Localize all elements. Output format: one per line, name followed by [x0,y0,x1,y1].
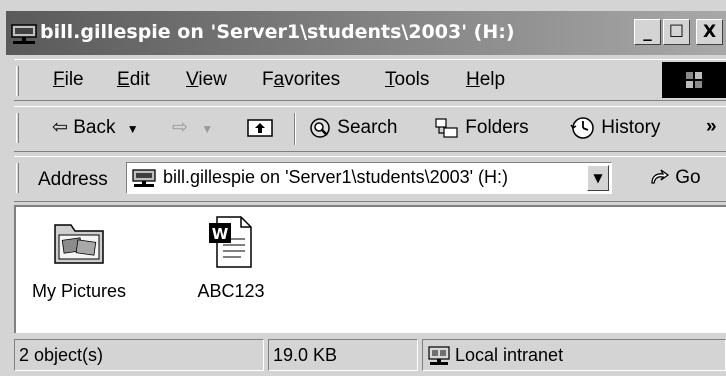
address-label: Address [38,169,108,190]
up-folder-button[interactable] [246,116,274,138]
word-document-icon: W [209,216,252,268]
back-arrow-icon: ⇦ [52,117,68,138]
up-folder-icon [247,119,273,137]
go-label: Go [675,167,701,189]
address-input[interactable]: bill.gillespie on 'Server1\students\2003… [126,162,612,194]
svg-text:W: W [212,225,229,243]
menu-edit[interactable]: Edit [117,69,150,91]
status-size: 19.0 KB [268,339,418,371]
menu-favorites[interactable]: Favorites [262,69,340,91]
menu-bar-grip[interactable] [16,66,19,96]
folders-icon [435,118,458,138]
status-bar: 2 object(s) 19.0 KB Local intranet [14,337,726,373]
menu-help[interactable]: Help [466,69,505,91]
search-label: Search [337,117,398,139]
search-button[interactable]: Search [308,116,397,140]
go-arrow-icon [651,169,670,184]
file-item-my-pictures[interactable]: My Pictures [20,215,138,302]
dropdown-arrow-icon: ▼ [593,171,603,185]
folders-label: Folders [465,117,529,139]
toolbar-grip[interactable] [16,113,19,143]
search-icon [310,118,330,138]
maximize-button[interactable]: ☐ [663,19,690,45]
history-label: History [601,117,661,139]
folders-button[interactable]: Folders [434,116,529,140]
status-object-count: 2 object(s) [14,339,264,371]
network-drive-icon [132,169,156,187]
menu-tools[interactable]: Tools [385,69,429,91]
address-bar-grip[interactable] [16,163,19,193]
explorer-window: bill.gillespie on 'Server1\students\2003… [0,0,726,376]
local-intranet-icon [428,346,450,366]
status-zone-label: Local intranet [455,345,564,365]
file-list-pane[interactable]: My Pictures W ABC123 [14,205,726,333]
go-button[interactable]: Go [648,167,701,189]
toolbar-more-chevron-icon[interactable]: » [706,116,717,138]
menu-file[interactable]: File [53,69,84,91]
toolbar-separator [294,113,296,145]
menu-view[interactable]: View [186,69,227,91]
history-icon [570,117,594,139]
file-item-label: My Pictures [31,281,127,301]
title-bar[interactable]: bill.gillespie on 'Server1\students\2003… [6,11,726,55]
pictures-folder-icon [54,224,104,264]
back-dropdown-icon[interactable]: ▼ [127,122,139,136]
minimize-button[interactable]: _ [634,19,661,45]
window-title: bill.gillespie on 'Server1\students\2003… [40,21,515,43]
back-label: Back [73,117,116,138]
forward-arrow-icon: ⇨ [172,117,188,138]
menu-bar: File Edit View Favorites Tools Help [14,59,726,101]
back-button[interactable]: ⇦ Back ▼ [52,116,139,139]
address-value: bill.gillespie on 'Server1\students\2003… [163,167,509,187]
status-zone: Local intranet [422,339,726,371]
forward-button[interactable]: ⇨ ▼ [172,116,213,139]
file-item-abc123[interactable]: W ABC123 [186,215,276,302]
file-item-label: ABC123 [197,281,265,301]
windows-logo-icon [662,62,726,98]
network-drive-icon [11,24,37,44]
address-bar: Address bill.gillespie on 'Server1\stude… [14,156,726,202]
close-button[interactable]: X [696,19,723,45]
standard-toolbar: ⇦ Back ▼ ⇨ ▼ Search Folders History » [14,106,726,152]
forward-dropdown-icon[interactable]: ▼ [201,122,213,136]
address-dropdown-button[interactable]: ▼ [587,165,609,191]
history-button[interactable]: History [570,116,660,140]
